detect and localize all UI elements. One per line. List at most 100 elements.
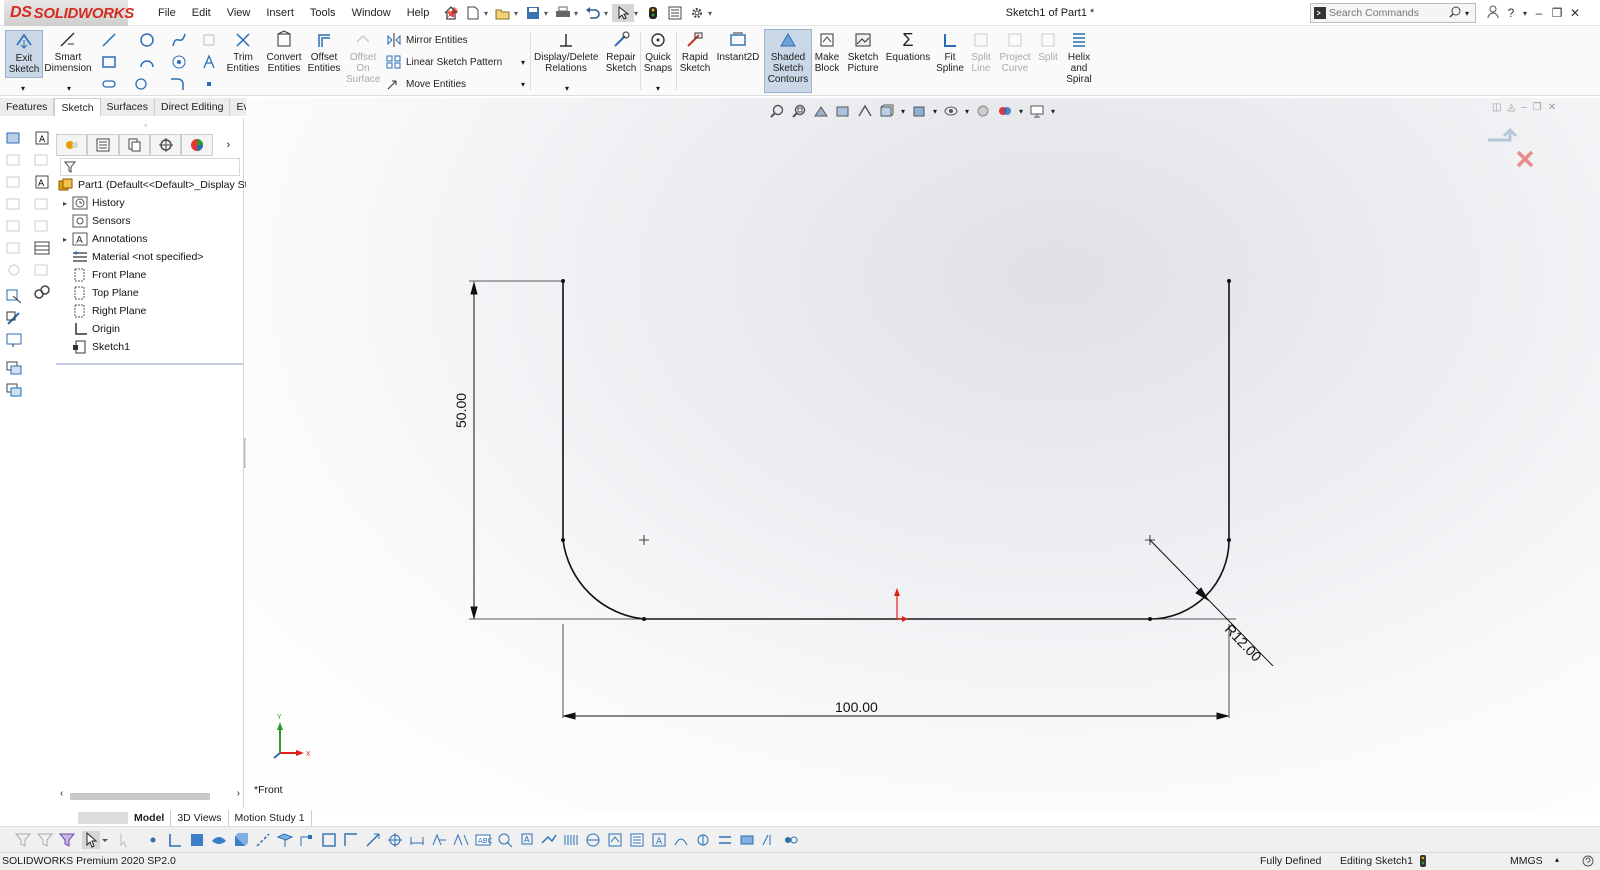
panel-grip-icon[interactable]: ◦	[144, 120, 147, 130]
relations-dropdown-icon[interactable]: ▾	[556, 78, 578, 98]
configuration-manager-tab-icon[interactable]	[118, 134, 151, 156]
filter-assembly-icon[interactable]	[782, 831, 800, 849]
tab-model[interactable]: Model	[128, 810, 172, 826]
filter-cut-list-icon[interactable]	[628, 831, 646, 849]
disabled-tool-icon[interactable]	[5, 240, 23, 256]
select-dropdown-icon[interactable]	[100, 831, 110, 849]
open-dropdown-icon[interactable]: ▾	[514, 9, 522, 18]
filter-notes-icon[interactable]: ABC	[474, 831, 492, 849]
filter-weld-symbols-icon[interactable]	[540, 831, 558, 849]
undo-dropdown-icon[interactable]: ▾	[604, 9, 612, 18]
disabled-tool-icon[interactable]	[33, 152, 51, 168]
width-dimension-line[interactable]	[562, 712, 1230, 720]
move-entities-button[interactable]: Move Entities	[386, 74, 466, 94]
save-icon[interactable]	[522, 4, 544, 22]
user-icon[interactable]	[1484, 5, 1502, 22]
smart-dimension-button[interactable]: Smart Dimension	[44, 30, 92, 74]
radius-dimension-text[interactable]: R12.00	[1222, 621, 1265, 665]
sketch-origin-icon[interactable]	[894, 588, 908, 622]
filter-solid-bodies-icon[interactable]	[232, 831, 250, 849]
split-line-button[interactable]: Split Line	[968, 30, 994, 74]
filter-toggle-icon[interactable]	[14, 831, 32, 849]
edit-sketch-icon[interactable]	[5, 310, 23, 326]
sketch-canvas[interactable]: 50.00 100.00 R12.00 Y X	[246, 98, 1600, 810]
split-button[interactable]: Split	[1036, 30, 1060, 63]
print-dropdown-icon[interactable]: ▾	[574, 9, 582, 18]
close-icon[interactable]: ✕	[1566, 6, 1584, 20]
graphics-area[interactable]: ▾ ▾ ▾ ▾ ▾ ◫ ◬ – ❐ ✕ 50.00 100.00 R12.00 …	[246, 98, 1600, 810]
menu-insert[interactable]: Insert	[258, 7, 302, 19]
display-delete-relations-button[interactable]: Display/Delete Relations	[534, 30, 598, 74]
tree-item-origin[interactable]: Origin	[72, 320, 120, 338]
filter-centerline-icon[interactable]	[386, 831, 404, 849]
sketch-plane-icon[interactable]	[5, 332, 23, 348]
disabled-tool-icon[interactable]	[33, 218, 51, 234]
chevron-right-icon[interactable]: ›	[213, 134, 244, 156]
tree-item-sketch1[interactable]: Sketch1	[72, 338, 130, 356]
tree-horizontal-scrollbar[interactable]: ‹ ›	[60, 788, 240, 802]
rebuild-indicator-icon[interactable]	[1420, 855, 1426, 870]
property-manager-tab-icon[interactable]	[87, 134, 119, 156]
new-dropdown-icon[interactable]: ▾	[484, 9, 492, 18]
exit-sketch-button[interactable]: Exit Sketch	[5, 30, 43, 78]
tab-surfaces[interactable]: Surfaces	[100, 98, 155, 116]
search-commands-icon[interactable]	[1311, 4, 1329, 22]
layers-icon[interactable]	[5, 360, 23, 376]
auto-dimension-icon[interactable]: A	[33, 174, 51, 190]
mirror-entities-button[interactable]: Mirror Entities	[386, 30, 468, 50]
filter-sketch-points-icon[interactable]	[298, 831, 316, 849]
rebuild-icon[interactable]	[642, 4, 664, 22]
minimize-icon[interactable]: –	[1530, 6, 1548, 20]
height-dimension-text[interactable]: 50.00	[453, 393, 469, 428]
rollback-bar[interactable]	[56, 363, 244, 365]
trim-entities-button[interactable]: Trim Entities	[226, 30, 260, 74]
fit-spline-button[interactable]: Fit Spline	[936, 30, 964, 74]
point-tool-icon[interactable]	[198, 74, 220, 94]
menu-edit[interactable]: Edit	[184, 7, 219, 19]
filter-block-icon[interactable]	[606, 831, 624, 849]
filter-geometric-tolerance-icon[interactable]	[452, 831, 470, 849]
repair-sketch-button[interactable]: Repair Sketch	[604, 30, 638, 74]
tab-sketch[interactable]: Sketch	[54, 98, 101, 116]
circle-tool-icon[interactable]	[136, 30, 158, 50]
menu-window[interactable]: Window	[344, 7, 399, 19]
expand-arrow-icon[interactable]: ▸	[58, 235, 72, 244]
undo-icon[interactable]	[582, 4, 604, 22]
filter-mates-icon[interactable]	[716, 831, 734, 849]
filter-icon[interactable]	[64, 161, 76, 173]
tree-item-history[interactable]: ▸ History	[58, 194, 125, 212]
tree-item-material[interactable]: Material <not specified>	[72, 248, 203, 266]
home-icon[interactable]	[440, 4, 462, 22]
tree-filter-box[interactable]	[60, 158, 240, 176]
filter-axes-icon[interactable]	[254, 831, 272, 849]
rapid-sketch-button[interactable]: Rapid Sketch	[678, 30, 712, 74]
filter-cosmetic-threads-icon[interactable]	[562, 831, 580, 849]
smart-dimension-dropdown-icon[interactable]: ▾	[58, 78, 80, 98]
tree-root-part[interactable]: Part1 (Default<<Default>_Display Sta	[58, 176, 253, 194]
unit-system[interactable]: MMGS	[1510, 855, 1543, 867]
tab-3d-views[interactable]: 3D Views	[171, 810, 229, 826]
select-arrow-icon[interactable]	[612, 4, 634, 22]
search-input[interactable]: Search Commands	[1329, 7, 1449, 19]
quick-snaps-dropdown-icon[interactable]: ▾	[647, 78, 669, 98]
reference-triad[interactable]: Y X	[273, 714, 311, 759]
filter-center-marks-icon[interactable]	[364, 831, 382, 849]
menu-tools[interactable]: Tools	[302, 7, 344, 19]
search-dropdown-icon[interactable]: ▾	[1465, 9, 1475, 18]
spline-tool-icon[interactable]	[168, 30, 190, 50]
filter-dims-all-icon[interactable]	[760, 831, 778, 849]
print-icon[interactable]	[552, 4, 574, 22]
filter-faces-icon[interactable]	[188, 831, 206, 849]
make-block-button[interactable]: Make Block	[814, 30, 840, 74]
tree-item-right-plane[interactable]: Right Plane	[72, 302, 146, 320]
width-dimension-text[interactable]: 100.00	[835, 699, 878, 715]
polygon-tool-icon[interactable]	[168, 52, 190, 72]
display-manager-tab-icon[interactable]	[181, 134, 213, 156]
search-icon[interactable]	[1449, 6, 1465, 21]
convert-entities-button[interactable]: Convert Entities	[264, 30, 304, 74]
filter-datum-targets-icon[interactable]	[584, 831, 602, 849]
feature-manager-tab-icon[interactable]	[56, 134, 88, 156]
layers-alt-icon[interactable]	[5, 382, 23, 398]
offset-on-surface-button[interactable]: Offset On Surface	[346, 30, 380, 85]
project-curve-button[interactable]: Project Curve	[998, 30, 1032, 74]
